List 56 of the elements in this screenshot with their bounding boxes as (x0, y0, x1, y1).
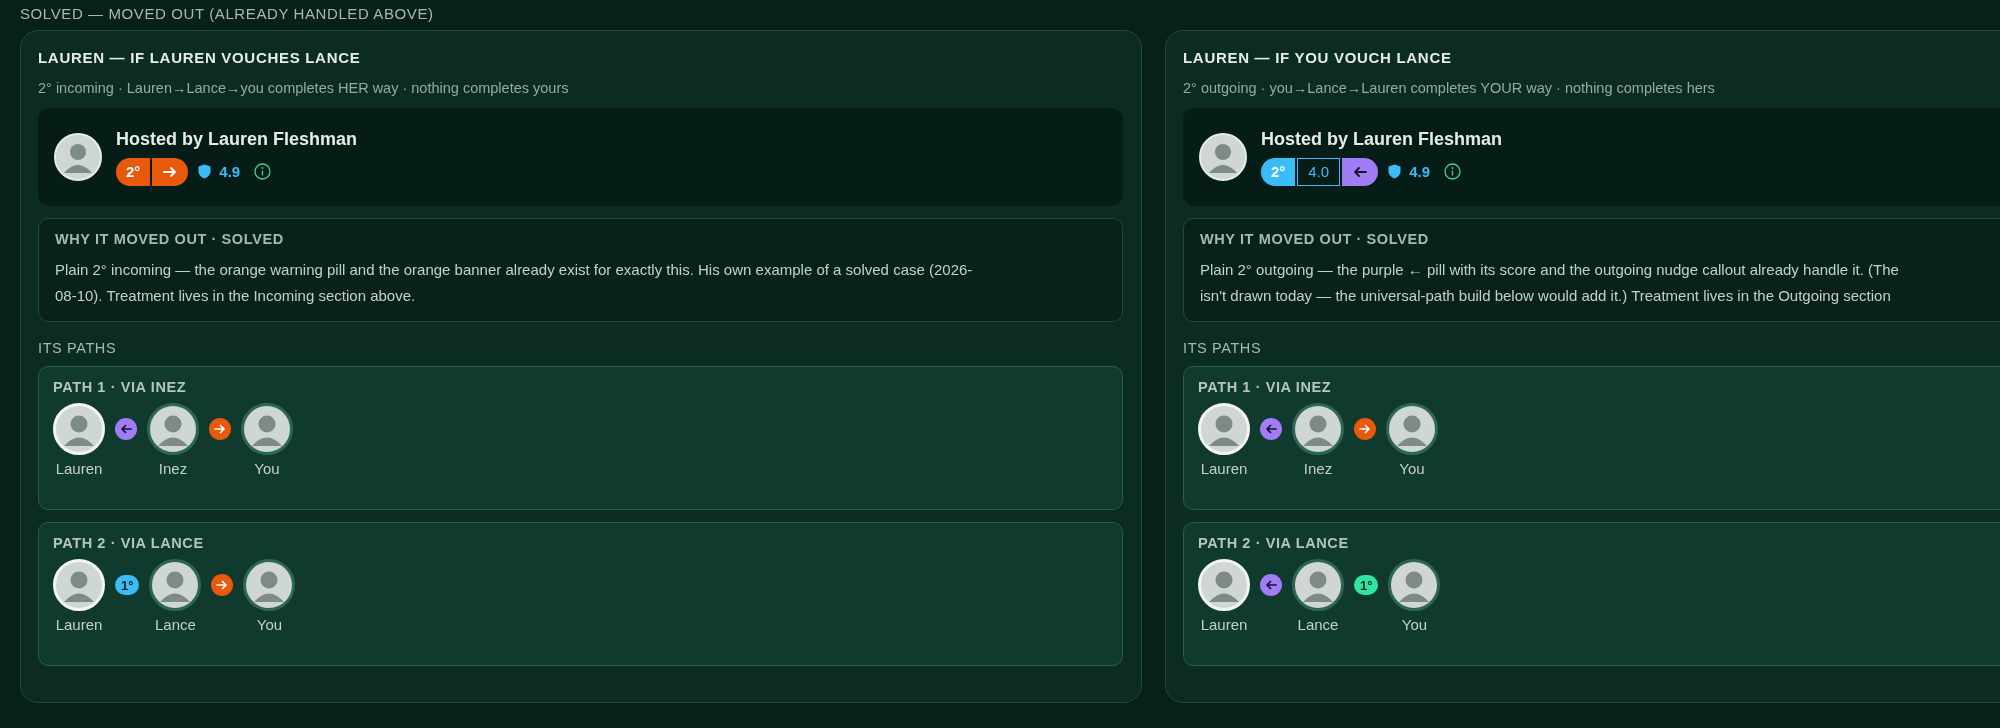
avatar-icon (53, 403, 105, 455)
person-name: Lauren (55, 616, 103, 633)
card-subtitle: 2° incoming · Lauren→Lance→you completes HER way · nothing completes yours (38, 80, 570, 96)
explanation-text: Plain 2° outgoing — the purple ← pill with its score and the outgoing nudge callout already handle it. (The (1200, 260, 1899, 280)
avatar-icon (1198, 403, 1250, 455)
info-icon[interactable] (1444, 163, 1462, 180)
person-name: Lauren (55, 460, 103, 477)
avatar-icon (147, 403, 199, 455)
person-name: Inez (158, 460, 188, 477)
info-icon[interactable] (254, 163, 272, 180)
avatar-icon (1199, 133, 1247, 181)
explanation-text: Plain 2° incoming — the orange warning pill and the orange banner already exist for exactly this. His own example of a solved case (2026- (55, 260, 973, 280)
rating-value: 4.9 (1409, 163, 1431, 180)
explanation-text: 08-10). Treatment lives in the Incoming section above. (55, 286, 416, 306)
avatar-icon (53, 559, 105, 611)
shield-icon (198, 164, 212, 179)
rating-value: 4.9 (219, 163, 241, 180)
person-name: Lance (155, 616, 196, 633)
explanation-heading: WHY IT MOVED OUT · SOLVED (55, 231, 285, 247)
avatar-icon (54, 133, 102, 181)
path-title: PATH 1 · VIA INEZ (53, 379, 188, 395)
card-subtitle: 2° outgoing · you→Lance→Lauren completes YOUR way · nothing completes hers (1183, 80, 1716, 96)
path-title: PATH 1 · VIA INEZ (1198, 379, 1333, 395)
avatar-icon (1292, 403, 1344, 455)
person-name: You (254, 460, 280, 477)
avatar-icon (149, 559, 202, 611)
card-title: LAUREN — IF LAUREN VOUCHES LANCE (38, 49, 362, 66)
path-title: PATH 2 · VIA LANCE (1198, 535, 1350, 551)
avatar-icon (1386, 403, 1438, 455)
degree-badge: 1° (1354, 575, 1379, 595)
path-title: PATH 2 · VIA LANCE (53, 535, 205, 551)
person-name: Inez (1303, 460, 1333, 477)
avatar-icon (1198, 559, 1250, 611)
explanation-text: isn't drawn today — the universal-path build below would add it.) Treatment lives in the Outgoing section (1200, 286, 1891, 306)
section-heading: SOLVED — MOVED OUT (ALREADY HANDLED ABOVE) (20, 4, 435, 24)
degree-badge: 1° (115, 575, 140, 595)
person-name: Lauren (1200, 460, 1248, 477)
card-title: LAUREN — IF YOU VOUCH LANCE (1183, 49, 1453, 66)
degree-badge: 2° (1261, 157, 1296, 186)
host-name: Hosted by Lauren Fleshman (1261, 128, 1503, 150)
explanation-heading: WHY IT MOVED OUT · SOLVED (1200, 231, 1430, 247)
person-name: You (1399, 460, 1425, 477)
host-name: Hosted by Lauren Fleshman (116, 128, 358, 150)
person-name: You (256, 616, 283, 633)
avatar-icon (1388, 559, 1441, 611)
person-name: Lauren (1200, 616, 1248, 633)
score-badge: 4.0 (1297, 157, 1341, 186)
shield-icon (1388, 164, 1402, 179)
person-name: Lance (1297, 616, 1339, 633)
avatar-icon (1292, 559, 1344, 611)
avatar-icon (243, 559, 296, 611)
avatar-icon (241, 403, 293, 455)
person-name: You (1401, 616, 1428, 633)
paths-heading: ITS PATHS (1183, 340, 1263, 356)
paths-heading: ITS PATHS (38, 340, 118, 356)
degree-badge: 2° (116, 157, 151, 186)
